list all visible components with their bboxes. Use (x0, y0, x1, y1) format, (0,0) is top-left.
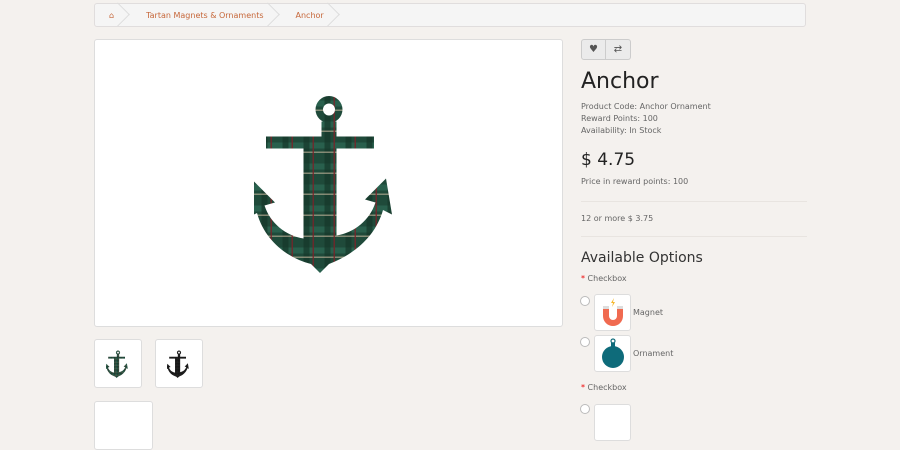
divider (581, 236, 807, 237)
compare-button[interactable]: ⇄ (606, 39, 631, 60)
product-main-image[interactable] (94, 39, 563, 327)
option-ornament-radio[interactable] (580, 337, 590, 347)
magnet-image (594, 294, 631, 331)
option-label: * Checkbox (581, 274, 627, 283)
breadcrumb-home[interactable]: ⌂ (95, 4, 132, 26)
thumbnail-2[interactable] (155, 339, 203, 388)
divider (581, 201, 807, 202)
wishlist-button[interactable]: ♥ (581, 39, 606, 60)
product-code: Product Code: Anchor Ornament (581, 102, 711, 111)
price-in-points: Price in reward points: 100 (581, 177, 689, 186)
home-icon: ⌂ (109, 10, 115, 20)
discount: 12 or more $ 3.75 (581, 214, 654, 223)
option-magnet-radio[interactable] (580, 296, 590, 306)
ornament-icon (601, 337, 624, 368)
option-magnet-label[interactable]: Magnet (633, 307, 663, 319)
option-image (594, 404, 631, 441)
option-radio[interactable] (580, 404, 590, 414)
anchor-thumb (106, 350, 130, 378)
reward-points: Reward Points: 100 (581, 114, 658, 123)
exchange-icon: ⇄ (613, 44, 623, 55)
breadcrumb-label: Tartan Magnets & Ornaments (146, 10, 264, 20)
option-label: * Checkbox (581, 383, 627, 392)
breadcrumb-label: Anchor (295, 10, 324, 20)
product-title: Anchor (581, 69, 659, 94)
options-heading: Available Options (581, 250, 703, 266)
option-ornament-label[interactable]: Ornament (633, 348, 673, 360)
breadcrumb-product[interactable]: Anchor (282, 4, 342, 26)
anchor-image (254, 93, 404, 273)
thumbnail-3[interactable] (94, 401, 153, 450)
breadcrumb: ⌂ Tartan Magnets & Ornaments Anchor (94, 3, 806, 27)
ornament-image (594, 335, 631, 372)
breadcrumb-category[interactable]: Tartan Magnets & Ornaments (132, 4, 281, 26)
heart-icon: ♥ (589, 44, 598, 55)
magnet-icon (602, 297, 623, 326)
price: $ 4.75 (581, 150, 636, 170)
anchor-thumb (167, 350, 191, 378)
availability: Availability: In Stock (581, 126, 662, 135)
thumbnail-1[interactable] (94, 339, 142, 388)
